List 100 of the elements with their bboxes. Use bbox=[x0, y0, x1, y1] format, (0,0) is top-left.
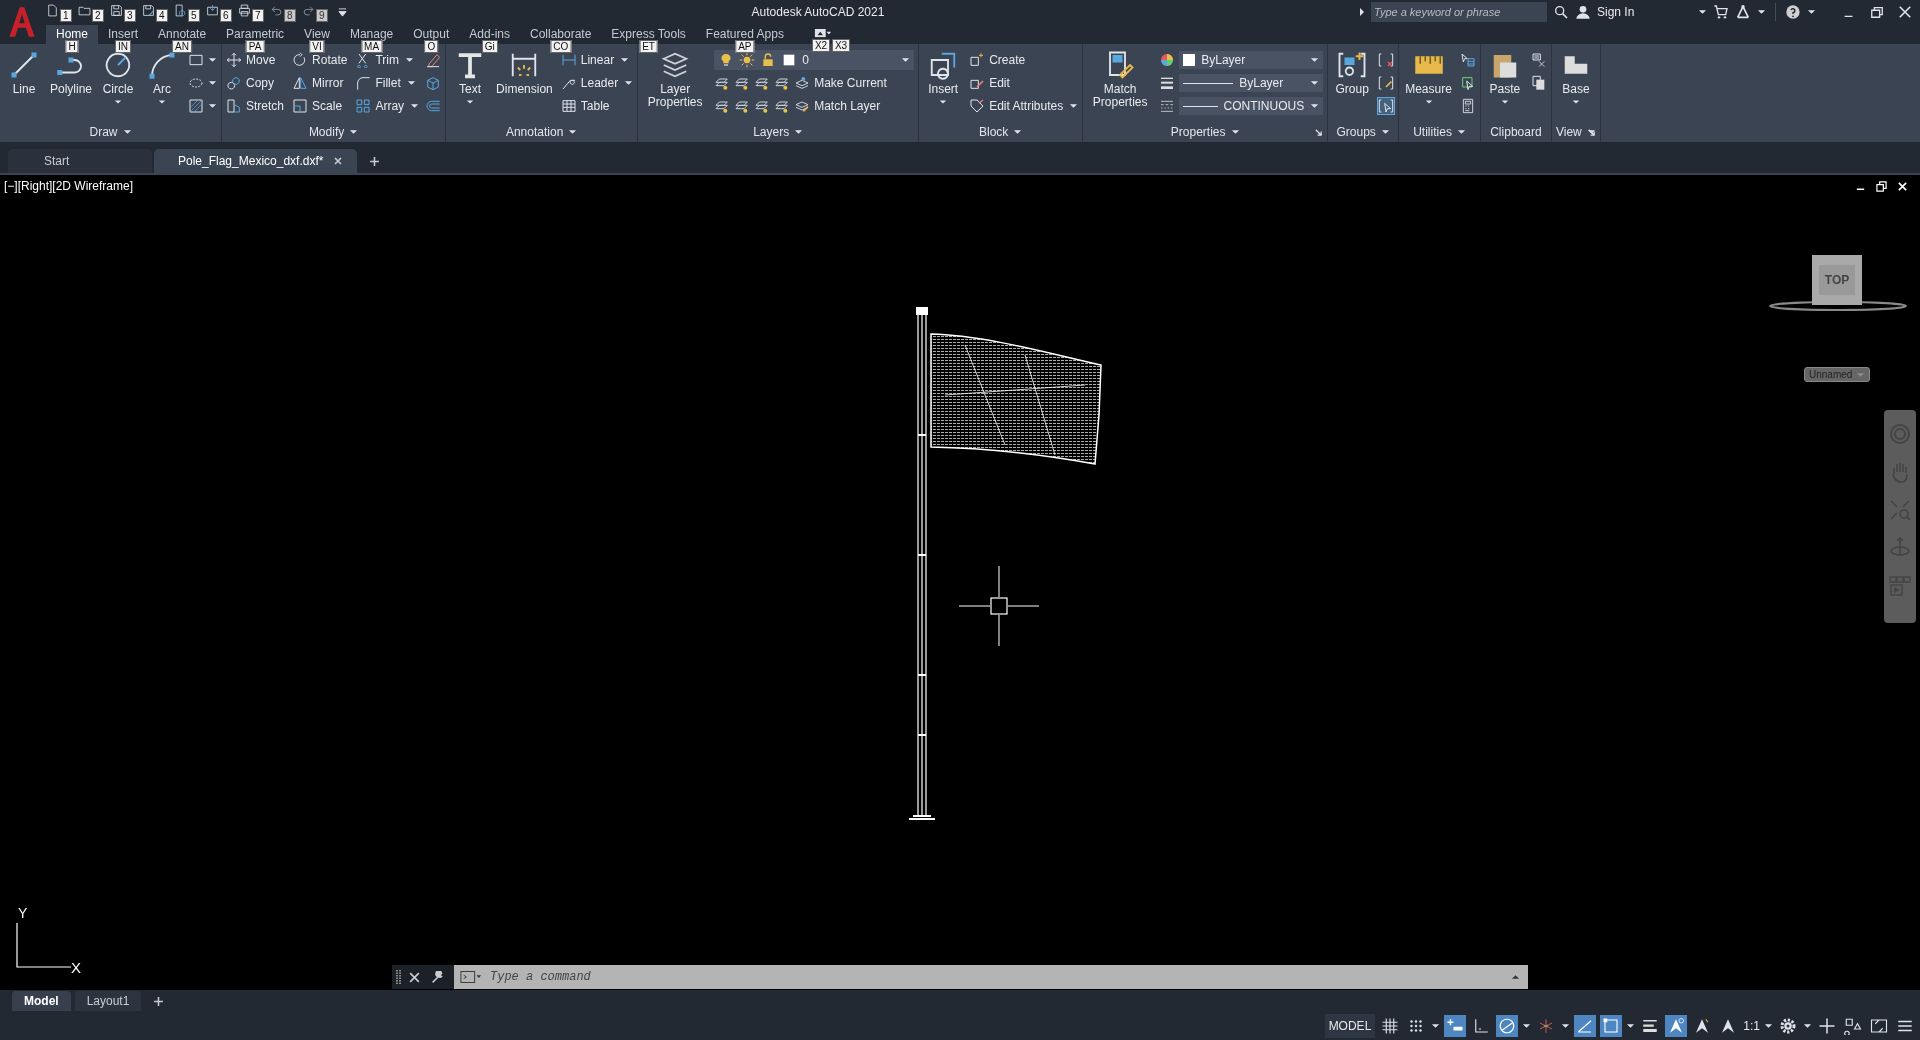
move-icon[interactable] bbox=[226, 52, 243, 68]
caret-icon[interactable] bbox=[1230, 129, 1240, 135]
caret-icon[interactable] bbox=[410, 103, 420, 109]
restore-icon[interactable] bbox=[1870, 5, 1884, 19]
caret-icon[interactable] bbox=[1571, 99, 1580, 105]
caret-icon[interactable] bbox=[939, 99, 948, 105]
layout-tab[interactable]: Layout1 bbox=[74, 991, 142, 1011]
caret-icon[interactable] bbox=[1522, 1023, 1532, 1029]
caret-icon[interactable] bbox=[114, 99, 123, 105]
panel-title[interactable]: Utilities bbox=[1413, 125, 1452, 139]
panel-title[interactable]: Clipboard bbox=[1490, 125, 1542, 139]
ribbon-large-button[interactable]: Match Properties bbox=[1087, 50, 1154, 122]
ribbon-button[interactable]: Edit bbox=[989, 76, 1012, 90]
caret-icon[interactable] bbox=[1069, 103, 1079, 109]
ribbon-button[interactable]: Mirror bbox=[312, 76, 346, 90]
panel-title[interactable]: Properties bbox=[1170, 125, 1226, 139]
file-tab[interactable]: Pole_Flag_Mexico_dxf.dxf* bbox=[154, 149, 358, 173]
stretch-icon[interactable] bbox=[226, 98, 243, 114]
ribbon-button[interactable]: Create bbox=[989, 53, 1028, 67]
ribbon-large-button[interactable]: Line bbox=[4, 50, 44, 122]
ribbon-large-button[interactable]: Insert bbox=[923, 50, 964, 122]
panel-title[interactable]: Layers bbox=[753, 125, 790, 139]
ribbon-button[interactable]: Stretch bbox=[246, 99, 287, 113]
caret-icon[interactable] bbox=[1803, 1023, 1812, 1029]
cube-icon[interactable] bbox=[425, 75, 442, 91]
caret-icon[interactable] bbox=[1424, 99, 1433, 105]
layer-tool-icon[interactable] bbox=[754, 98, 771, 114]
tag-icon[interactable] bbox=[969, 98, 986, 114]
ribbon-large-button[interactable]: Text bbox=[450, 50, 491, 122]
caret-icon[interactable] bbox=[1698, 9, 1707, 15]
undo-icon[interactable] bbox=[270, 4, 283, 17]
ribbon-button[interactable]: Rotate bbox=[312, 53, 350, 67]
caret-icon[interactable] bbox=[1013, 129, 1023, 135]
ribbon-button[interactable]: Fillet bbox=[375, 76, 403, 90]
infer-constraints-icon[interactable] bbox=[1444, 1015, 1467, 1037]
search-icon[interactable] bbox=[1553, 4, 1569, 20]
block-create-icon[interactable] bbox=[969, 52, 986, 68]
ellipse-icon[interactable] bbox=[188, 75, 205, 91]
mirror-icon[interactable] bbox=[292, 75, 309, 91]
viewport-label[interactable]: [−][Right][2D Wireframe] bbox=[4, 179, 134, 193]
ribbon-large-button[interactable]: Arc bbox=[142, 50, 183, 122]
user-icon[interactable] bbox=[1575, 4, 1591, 20]
layer-tool-icon[interactable] bbox=[714, 98, 731, 114]
osnap-icon[interactable] bbox=[1600, 1015, 1623, 1037]
caret-icon[interactable] bbox=[794, 129, 804, 135]
cut-icon[interactable] bbox=[1530, 52, 1547, 68]
save-as-icon[interactable] bbox=[142, 4, 155, 17]
redo-icon[interactable] bbox=[302, 4, 315, 17]
caret-icon[interactable] bbox=[208, 80, 218, 86]
layer-tool-icon[interactable] bbox=[714, 75, 731, 91]
open-folder-icon[interactable] bbox=[78, 4, 91, 17]
group-select-icon[interactable] bbox=[1378, 98, 1395, 114]
caret-icon[interactable] bbox=[1807, 9, 1816, 15]
minimize-ribbon-icon[interactable] bbox=[813, 28, 832, 39]
caret-icon[interactable] bbox=[1456, 129, 1466, 135]
polar-icon[interactable] bbox=[1496, 1015, 1519, 1037]
quick-select-icon[interactable] bbox=[1459, 52, 1476, 68]
eraser-icon[interactable] bbox=[425, 52, 442, 68]
hatch-icon[interactable] bbox=[188, 98, 205, 114]
ribbon-button[interactable]: Table bbox=[580, 99, 612, 113]
file-tab[interactable]: Start bbox=[8, 149, 152, 173]
group-edit-icon[interactable] bbox=[1378, 75, 1395, 91]
table-icon[interactable] bbox=[560, 98, 577, 114]
object-tracking-icon[interactable] bbox=[1574, 1015, 1597, 1037]
panel-title[interactable]: Modify bbox=[308, 125, 345, 139]
ribbon-large-button[interactable]: Base bbox=[1555, 50, 1596, 122]
print-icon[interactable] bbox=[238, 4, 251, 17]
layer-tool-icon[interactable] bbox=[774, 98, 791, 114]
expand-arrow-icon[interactable] bbox=[1359, 7, 1365, 17]
ribbon-button[interactable]: Edit Attributes bbox=[989, 99, 1066, 113]
property-dropdown[interactable]: CONTINUOUS bbox=[1179, 97, 1324, 115]
copy-icon[interactable] bbox=[226, 75, 243, 91]
caret-icon[interactable] bbox=[406, 80, 416, 86]
ribbon-large-button[interactable]: Circle bbox=[98, 50, 139, 122]
ribbon-button[interactable]: Make Current bbox=[814, 76, 889, 90]
panel-title[interactable]: Block bbox=[979, 125, 1009, 139]
caret-icon[interactable] bbox=[1380, 129, 1390, 135]
ribbon-button[interactable]: Match Layer bbox=[814, 99, 883, 113]
ribbon-button[interactable]: Array bbox=[375, 99, 407, 113]
fillet-icon[interactable] bbox=[355, 75, 372, 91]
grip-handle-icon[interactable] bbox=[396, 969, 402, 985]
caret-icon[interactable] bbox=[624, 80, 634, 86]
layer-tool-icon[interactable] bbox=[754, 75, 771, 91]
caret-icon[interactable] bbox=[1431, 1023, 1441, 1029]
caret-icon[interactable] bbox=[208, 57, 218, 63]
ribbon-button[interactable]: Linear bbox=[580, 53, 617, 67]
ribbon-large-button[interactable]: Paste bbox=[1484, 50, 1525, 122]
ribbon-large-button[interactable]: Measure bbox=[1403, 50, 1454, 122]
caret-icon[interactable] bbox=[1626, 1023, 1636, 1029]
caret-icon[interactable] bbox=[1764, 1023, 1773, 1029]
layer-tool-icon[interactable] bbox=[774, 75, 791, 91]
panel-title[interactable]: Annotation bbox=[505, 125, 564, 139]
ungroup-icon[interactable] bbox=[1378, 52, 1395, 68]
ribbon-button[interactable]: Scale bbox=[312, 99, 345, 113]
close-icon[interactable] bbox=[1898, 5, 1912, 19]
network-icon[interactable] bbox=[1735, 4, 1751, 20]
caret-icon[interactable] bbox=[1500, 99, 1509, 105]
close-icon[interactable] bbox=[333, 156, 344, 166]
ribbon-button[interactable]: Copy bbox=[246, 76, 277, 90]
property-dropdown[interactable]: ByLayer bbox=[1179, 51, 1324, 69]
